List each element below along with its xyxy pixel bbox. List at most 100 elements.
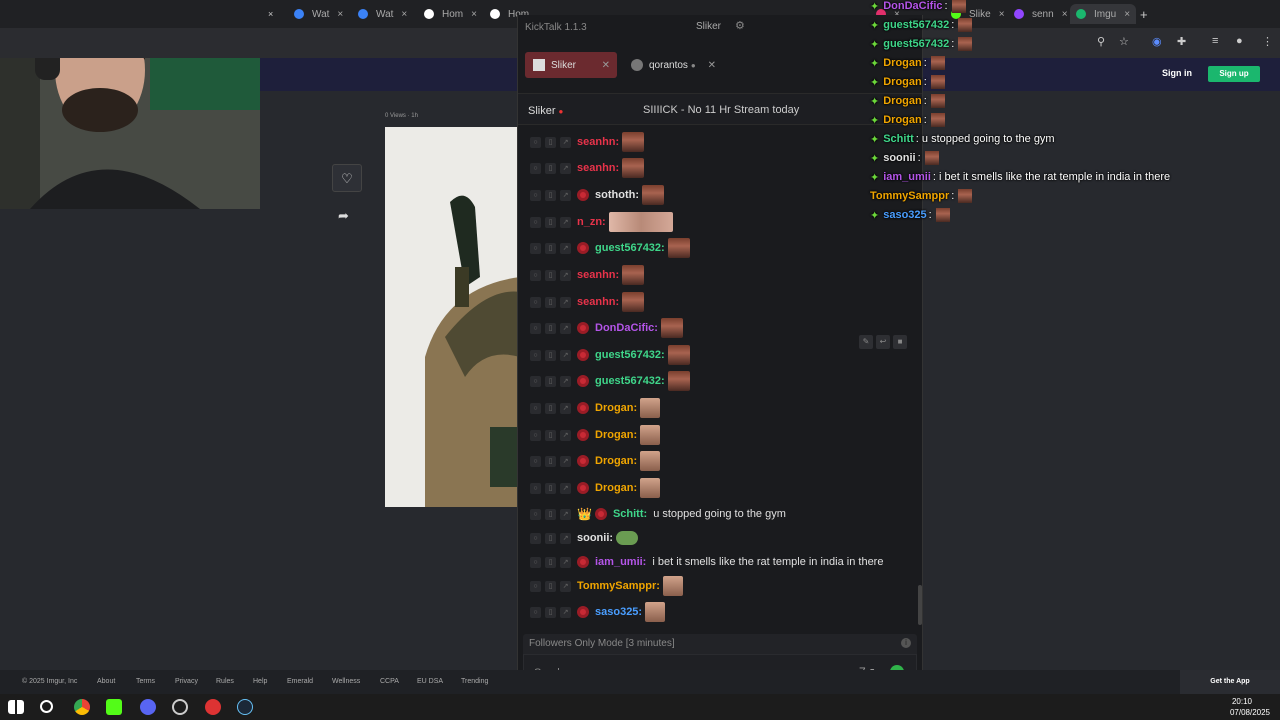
ban-icon[interactable]: ▯	[545, 580, 556, 592]
emote-image[interactable]	[622, 292, 645, 312]
pin-icon[interactable]: ↗	[560, 296, 571, 308]
sign-in-link[interactable]: Sign in	[1162, 68, 1192, 78]
emote-image[interactable]	[641, 185, 664, 205]
pin-icon[interactable]: ↗	[560, 216, 571, 228]
emote-image[interactable]	[667, 238, 690, 258]
tab-close-icon[interactable]: ×	[337, 9, 343, 20]
chat-username[interactable]: Drogan:	[595, 429, 637, 441]
emote-image[interactable]	[640, 478, 661, 498]
chat-username[interactable]: guest567432:	[595, 349, 665, 361]
profile-icon[interactable]: ●	[1236, 35, 1243, 47]
timeout-icon[interactable]: ○	[530, 429, 541, 441]
favorite-button[interactable]: ♡	[332, 164, 362, 192]
search-icon[interactable]: ⚲	[1097, 35, 1105, 48]
chat-username[interactable]: seanhn:	[577, 269, 619, 281]
pin-icon[interactable]: ↗	[560, 532, 571, 544]
pin-icon[interactable]: ↗	[560, 508, 571, 520]
tab-close-0[interactable]: ×	[262, 4, 279, 24]
footer-link[interactable]: Rules	[216, 678, 234, 685]
chat-username[interactable]: Drogan:	[595, 455, 637, 467]
ban-icon[interactable]: ▯	[545, 216, 556, 228]
tab-close-icon[interactable]: ×	[1062, 9, 1068, 20]
emote-image[interactable]	[640, 451, 661, 471]
browser-tab[interactable]: Wat ×	[288, 4, 349, 24]
pin-icon[interactable]: ↗	[560, 162, 571, 174]
pin-icon[interactable]: ↗	[560, 482, 571, 494]
new-tab-button[interactable]: +	[1134, 4, 1154, 24]
chat-username[interactable]: seanhn:	[577, 162, 619, 174]
emote-image[interactable]	[645, 602, 666, 622]
timeout-icon[interactable]: ○	[530, 402, 541, 414]
pin-icon[interactable]: ↗	[560, 429, 571, 441]
chat-username[interactable]: Drogan:	[595, 482, 637, 494]
chat-username[interactable]: iam_umii:	[595, 556, 646, 568]
footer-link[interactable]: Wellness	[332, 678, 360, 685]
timeout-icon[interactable]: ○	[530, 242, 541, 254]
ban-icon[interactable]: ▯	[545, 606, 556, 618]
chat-scrollbar[interactable]	[918, 585, 922, 625]
emote-image[interactable]	[608, 212, 673, 232]
timeout-icon[interactable]: ○	[530, 216, 541, 228]
chat-username[interactable]: Drogan:	[595, 402, 637, 414]
pin-icon[interactable]: ↗	[560, 556, 571, 568]
get-app-button[interactable]: Get the App	[1180, 670, 1280, 694]
browser-tab[interactable]: Wat ×	[352, 4, 413, 24]
pin-icon[interactable]: ↗	[560, 455, 571, 467]
timeout-icon[interactable]: ○	[530, 349, 541, 361]
close-icon[interactable]: ✕	[602, 60, 610, 71]
share-button[interactable]: ➦	[338, 208, 349, 224]
pin-icon[interactable]: ✎	[859, 335, 873, 349]
pin-icon[interactable]: ↗	[560, 322, 571, 334]
emote-image[interactable]	[660, 318, 683, 338]
menu-icon[interactable]: ⋮	[1262, 35, 1273, 48]
ban-icon[interactable]: ▯	[545, 189, 556, 201]
extension-icon[interactable]: ◉	[1152, 35, 1162, 48]
emote-image[interactable]	[640, 425, 661, 445]
timeout-icon[interactable]: ○	[530, 162, 541, 174]
puzzle-icon[interactable]: ✚	[1177, 35, 1186, 48]
tab-close-icon[interactable]: ×	[999, 9, 1005, 20]
footer-link[interactable]: Privacy	[175, 678, 198, 685]
chat-username[interactable]: saso325:	[595, 606, 642, 618]
chat-username[interactable]: soonii:	[577, 532, 613, 544]
ban-icon[interactable]: ▯	[545, 532, 556, 544]
ban-icon[interactable]: ▯	[545, 242, 556, 254]
pin-icon[interactable]: ↗	[560, 349, 571, 361]
sign-up-button[interactable]: Sign up	[1208, 66, 1260, 82]
ban-icon[interactable]: ▯	[545, 322, 556, 334]
timeout-icon[interactable]: ○	[530, 269, 541, 281]
post-image[interactable]	[385, 127, 520, 507]
emote-image[interactable]	[667, 371, 690, 391]
star-icon[interactable]: ☆	[1119, 35, 1129, 48]
timeout-icon[interactable]: ○	[530, 189, 541, 201]
emote-image[interactable]	[667, 345, 690, 365]
ban-icon[interactable]: ▯	[545, 402, 556, 414]
close-icon[interactable]: ✕	[708, 60, 716, 71]
chat-username[interactable]: TommySamppr:	[577, 580, 660, 592]
emote-image[interactable]	[622, 265, 645, 285]
chrome-icon[interactable]	[74, 699, 90, 715]
obs-icon[interactable]	[172, 699, 188, 715]
timeout-icon[interactable]: ○	[530, 556, 541, 568]
footer-link[interactable]: Trending	[461, 678, 488, 685]
media-icon[interactable]: ≡	[1212, 35, 1218, 47]
timeout-icon[interactable]: ○	[530, 375, 541, 387]
timeout-icon[interactable]: ○	[530, 322, 541, 334]
tab-close-icon[interactable]: ×	[471, 9, 477, 20]
pin-icon[interactable]: ↗	[560, 402, 571, 414]
timeout-icon[interactable]: ○	[530, 455, 541, 467]
tab-close-icon[interactable]: ×	[1124, 9, 1130, 20]
ban-icon[interactable]: ▯	[545, 429, 556, 441]
chat-username[interactable]: guest567432:	[595, 375, 665, 387]
chat-username[interactable]: seanhn:	[577, 296, 619, 308]
chat-username[interactable]: sothoth:	[595, 189, 639, 201]
ban-icon[interactable]: ▯	[545, 455, 556, 467]
browser-tab[interactable]: Hom ×	[418, 4, 483, 24]
ban-icon[interactable]: ▯	[545, 269, 556, 281]
ban-icon[interactable]: ▯	[545, 136, 556, 148]
timeout-icon[interactable]: ○	[530, 508, 541, 520]
chat-username[interactable]: guest567432:	[595, 242, 665, 254]
timeout-icon[interactable]: ○	[530, 482, 541, 494]
emote-image[interactable]	[662, 576, 683, 596]
search-icon[interactable]	[40, 700, 53, 713]
